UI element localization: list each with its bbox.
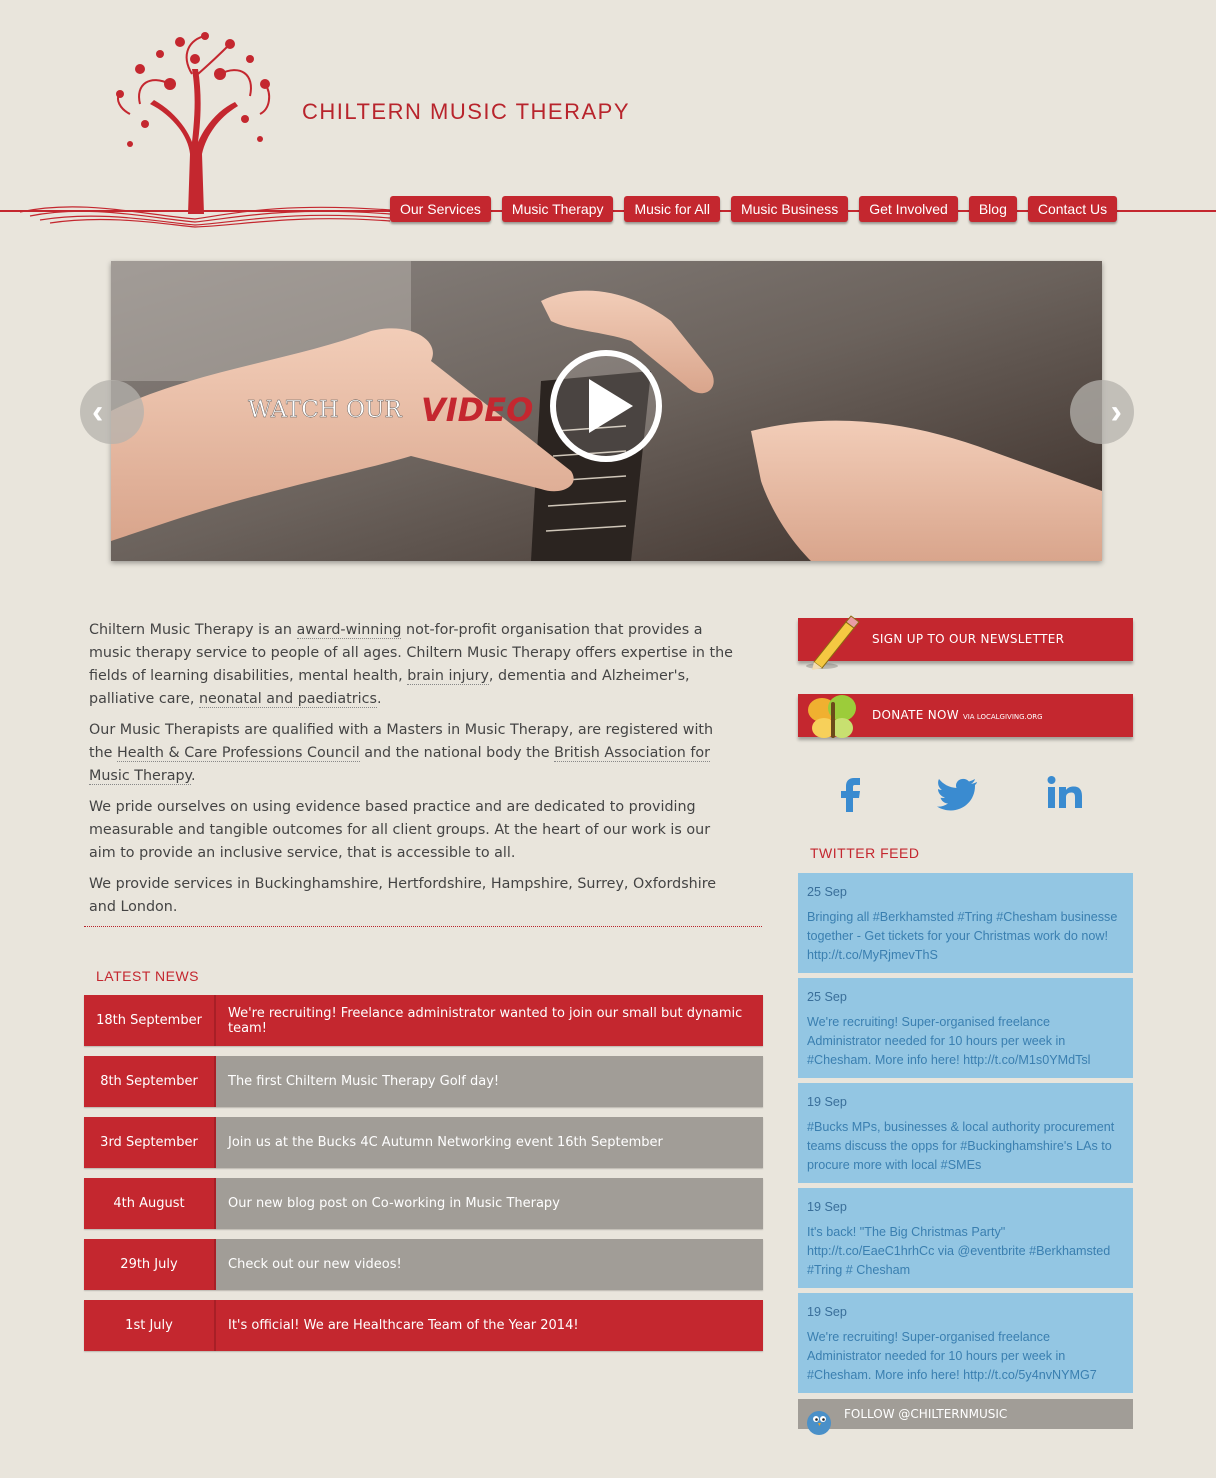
news-date: 18th September: [84, 995, 216, 1046]
news-list: 18th September We're recruiting! Freelan…: [84, 995, 763, 1361]
intro-paragraph-1: Chiltern Music Therapy is an award-winni…: [89, 622, 733, 708]
news-item[interactable]: 4th August Our new blog post on Co-worki…: [84, 1178, 763, 1229]
tweet[interactable]: 19 Sep It's back! "The Big Christmas Par…: [798, 1188, 1133, 1288]
pencil-icon: [806, 615, 860, 670]
donate-button[interactable]: DONATE NOW VIA LOCALGIVING.ORG: [798, 694, 1133, 738]
intro-paragraph-2: Our Music Therapists are qualified with …: [89, 722, 714, 785]
chevron-right-icon: ›: [1110, 392, 1122, 431]
tweet-text: We're recruiting! Super-organised freela…: [807, 1330, 1097, 1382]
news-title: The first Chiltern Music Therapy Golf da…: [216, 1056, 763, 1107]
news-date: 3rd September: [84, 1117, 216, 1168]
award-winning-link[interactable]: award-winning: [296, 622, 402, 639]
tweet-date: 19 Sep: [807, 1095, 847, 1109]
tweet[interactable]: 19 Sep #Bucks MPs, businesses & local au…: [798, 1083, 1133, 1183]
twitter-feed-heading: TWITTER FEED: [810, 845, 920, 861]
nav-music-business[interactable]: Music Business: [730, 196, 849, 222]
news-date: 1st July: [84, 1300, 216, 1351]
news-item[interactable]: 1st July It's official! We are Healthcar…: [84, 1300, 763, 1351]
nav-blog[interactable]: Blog: [968, 196, 1017, 222]
tweet-text: Bringing all #Berkhamsted #Tring #Chesha…: [807, 910, 1118, 962]
news-title: Join us at the Bucks 4C Autumn Networkin…: [216, 1117, 763, 1168]
intro-paragraph-3: We pride ourselves on using evidence bas…: [89, 799, 711, 861]
nav-contact-us[interactable]: Contact Us: [1027, 196, 1118, 222]
tweet-date: 19 Sep: [807, 1305, 847, 1319]
news-date: 4th August: [84, 1178, 216, 1229]
main-nav: Our Services Music Therapy Music for All…: [390, 196, 1118, 224]
news-date: 29th July: [84, 1239, 216, 1290]
tweet[interactable]: 19 Sep We're recruiting! Super-organised…: [798, 1293, 1133, 1393]
news-item[interactable]: 29th July Check out our new videos!: [84, 1239, 763, 1290]
newsletter-label: SIGN UP TO OUR NEWSLETTER: [872, 632, 1065, 646]
butterfly-icon: [808, 695, 856, 738]
news-item[interactable]: 3rd September Join us at the Bucks 4C Au…: [84, 1117, 763, 1168]
tweet[interactable]: 25 Sep We're recruiting! Super-organised…: [798, 978, 1133, 1078]
linkedin-icon[interactable]: [1042, 770, 1088, 816]
news-item[interactable]: 8th September The first Chiltern Music T…: [84, 1056, 763, 1107]
tweet-text: #Bucks MPs, businesses & local authority…: [807, 1120, 1115, 1172]
chevron-left-icon: ‹: [92, 392, 104, 431]
nav-music-for-all[interactable]: Music for All: [624, 196, 720, 222]
slider-next-button[interactable]: ›: [1070, 380, 1134, 444]
news-title: It's official! We are Healthcare Team of…: [216, 1300, 763, 1351]
localgiving-label: VIA LOCALGIVING.ORG: [962, 713, 1043, 721]
video-slider[interactable]: WATCH OUR VIDEO: [111, 261, 1102, 561]
tweet-date: 19 Sep: [807, 1200, 847, 1214]
divider: [84, 926, 762, 927]
tweet-text: It's back! "The Big Christmas Party" htt…: [807, 1225, 1111, 1277]
play-icon: [550, 350, 662, 462]
news-title: Our new blog post on Co-working in Music…: [216, 1178, 763, 1229]
newsletter-signup-button[interactable]: SIGN UP TO OUR NEWSLETTER: [798, 615, 1133, 670]
facebook-icon[interactable]: [828, 770, 874, 816]
slider-prev-button[interactable]: ‹: [80, 380, 144, 444]
site-title[interactable]: CHILTERN MUSIC THERAPY: [302, 99, 630, 125]
latest-news-heading: LATEST NEWS: [96, 968, 200, 984]
tweet-list: 25 Sep Bringing all #Berkhamsted #Tring …: [798, 873, 1133, 1398]
nav-our-services[interactable]: Our Services: [390, 196, 491, 222]
news-title: Check out our new videos!: [216, 1239, 763, 1290]
video-text: VIDEO: [421, 391, 533, 429]
nav-music-therapy[interactable]: Music Therapy: [501, 196, 614, 222]
twitter-icon[interactable]: [935, 770, 981, 816]
tweet-date: 25 Sep: [807, 885, 847, 899]
tweet[interactable]: 25 Sep Bringing all #Berkhamsted #Tring …: [798, 873, 1133, 973]
twitter-bird-icon: [807, 1411, 831, 1435]
slider-image: WATCH OUR VIDEO: [111, 261, 1102, 561]
intro-paragraph-4: We provide services in Buckinghamshire, …: [89, 876, 717, 915]
news-item[interactable]: 18th September We're recruiting! Freelan…: [84, 995, 763, 1046]
follow-button[interactable]: FOLLOW @CHILTERNMUSIC: [798, 1399, 1133, 1435]
intro-text: Chiltern Music Therapy is an award-winni…: [89, 619, 739, 927]
follow-label: FOLLOW @CHILTERNMUSIC: [844, 1407, 1008, 1421]
news-title: We're recruiting! Freelance administrato…: [216, 995, 763, 1046]
brain-injury-link[interactable]: brain injury: [407, 668, 489, 685]
donate-label: DONATE NOW: [872, 708, 959, 722]
neonatal-link[interactable]: neonatal and paediatrics: [198, 691, 377, 708]
tweet-text: We're recruiting! Super-organised freela…: [807, 1015, 1091, 1067]
news-date: 8th September: [84, 1056, 216, 1107]
tweet-date: 25 Sep: [807, 990, 847, 1004]
watch-our-text: WATCH OUR: [248, 397, 402, 423]
hcpc-link[interactable]: Health & Care Professions Council: [117, 745, 360, 762]
nav-get-involved[interactable]: Get Involved: [859, 196, 958, 222]
